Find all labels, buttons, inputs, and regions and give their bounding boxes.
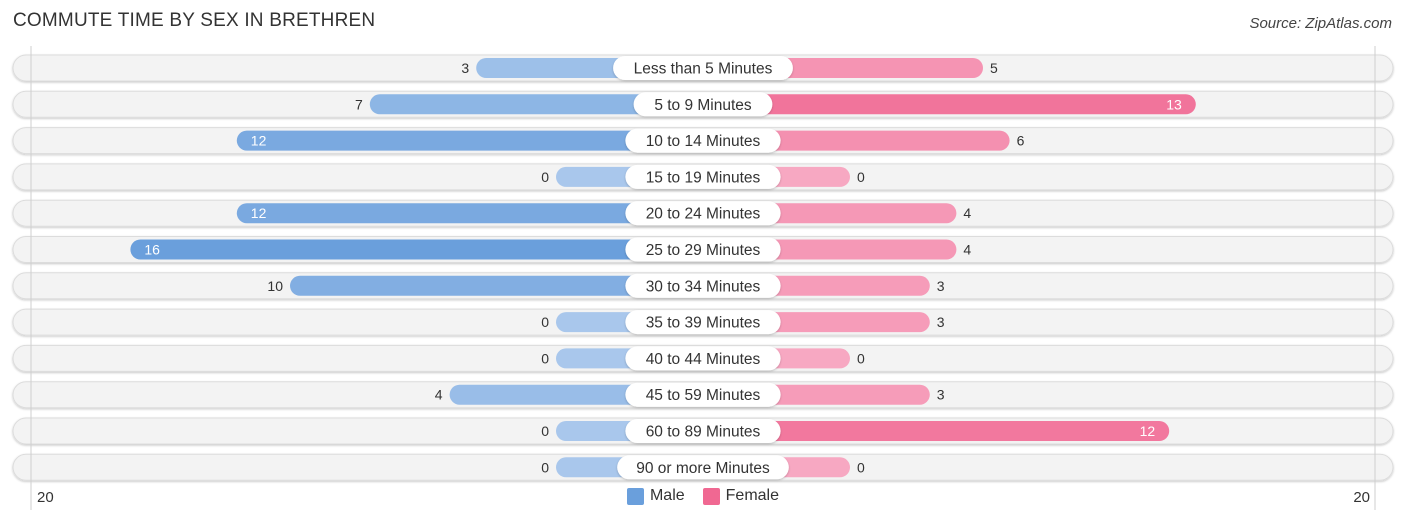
data-label-male: 0 <box>541 169 549 185</box>
chart-row: 7 13 5 to 9 Minutes <box>12 90 1394 118</box>
category-label: 20 to 24 Minutes <box>646 206 761 223</box>
chart-row: 16 4 25 to 29 Minutes <box>12 236 1394 263</box>
legend-swatch-female <box>702 487 720 505</box>
category-label: 15 to 19 Minutes <box>646 169 761 186</box>
data-label-female: 6 <box>1017 133 1025 149</box>
data-label-female: 13 <box>1166 96 1182 112</box>
data-label-female: 5 <box>990 60 998 76</box>
chart-row: 0 0 15 to 19 Minutes <box>12 163 1394 191</box>
data-label-female: 0 <box>857 350 865 366</box>
category-label: Less than 5 Minutes <box>634 61 773 78</box>
category-label: 90 or more Minutes <box>636 460 770 477</box>
category-label: 60 to 89 Minutes <box>646 424 761 441</box>
data-label-male: 4 <box>435 387 443 403</box>
data-label-female: 3 <box>937 278 945 294</box>
legend-label-male: Male <box>649 487 685 504</box>
legend-swatch-male <box>626 487 644 505</box>
category-label: 35 to 39 Minutes <box>646 315 761 332</box>
data-label-female: 0 <box>857 169 865 185</box>
category-label: 45 to 59 Minutes <box>646 387 761 404</box>
data-label-female: 3 <box>937 314 945 330</box>
data-label-male: 12 <box>251 205 267 221</box>
legend-item-male[interactable]: Male <box>626 487 685 505</box>
data-label-male: 10 <box>267 278 283 294</box>
data-label-male: 3 <box>461 60 469 76</box>
data-label-male: 0 <box>541 314 549 330</box>
chart-row: 3 5 Less than 5 Minutes <box>12 54 1394 82</box>
chart-row: 0 3 35 to 39 Minutes <box>12 308 1394 336</box>
chart-row: 12 4 20 to 24 Minutes <box>12 199 1394 227</box>
data-label-male: 0 <box>541 350 549 366</box>
category-label: 40 to 44 Minutes <box>646 351 761 368</box>
legend-item-female[interactable]: Female <box>702 487 780 505</box>
bar-female <box>703 94 1196 115</box>
chart-area: 3 5 Less than 5 Minutes 7 13 5 to 9 Minutes 12… <box>12 46 1394 510</box>
chart-row: 0 12 60 to 89 Minutes <box>12 417 1394 445</box>
data-label-male: 0 <box>541 423 549 439</box>
legend: Male Female <box>0 487 1406 505</box>
data-label-female: 3 <box>937 387 945 403</box>
data-label-male: 7 <box>355 96 363 112</box>
category-label: 5 to 9 Minutes <box>654 97 752 114</box>
data-label-female: 4 <box>963 205 971 221</box>
data-label-male: 0 <box>541 459 549 475</box>
category-label: 25 to 29 Minutes <box>646 242 761 259</box>
category-label: 30 to 34 Minutes <box>646 278 761 295</box>
chart-row: 4 3 45 to 59 Minutes <box>12 381 1394 409</box>
chart-row: 12 6 10 to 14 Minutes <box>12 127 1394 155</box>
chart-row: 0 0 40 to 44 Minutes <box>12 344 1394 372</box>
data-label-male: 16 <box>144 242 160 258</box>
data-label-female: 0 <box>857 459 865 475</box>
data-label-female: 12 <box>1140 423 1156 439</box>
bar-male <box>130 239 703 260</box>
legend-label-female: Female <box>725 487 780 504</box>
chart-row: 0 0 90 or more Minutes <box>12 453 1394 481</box>
data-label-female: 4 <box>963 242 971 258</box>
data-label-male: 12 <box>251 133 267 149</box>
category-label: 10 to 14 Minutes <box>646 133 761 150</box>
chart-row: 10 3 30 to 34 Minutes <box>12 272 1394 300</box>
